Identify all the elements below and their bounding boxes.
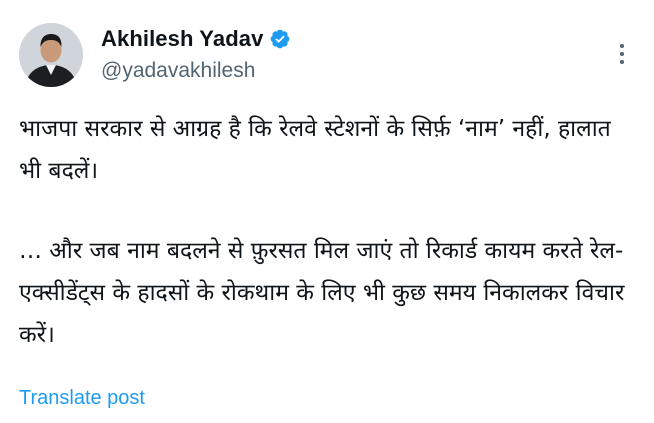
profile-photo-icon	[19, 23, 83, 87]
post-paragraph-1: भाजपा सरकार से आग्रह है कि रेलवे स्टेशनो…	[19, 116, 611, 184]
more-dot	[620, 52, 624, 56]
verified-badge-icon	[269, 28, 291, 50]
author-display-name[interactable]: Akhilesh Yadav	[101, 26, 263, 52]
author-name-row: Akhilesh Yadav	[101, 26, 291, 52]
more-options-icon[interactable]	[614, 40, 630, 68]
translate-post-link[interactable]: Translate post	[19, 387, 145, 410]
avatar[interactable]	[19, 23, 83, 87]
post-card: Akhilesh Yadav @yadavakhilesh भाजपा सरका…	[0, 0, 654, 423]
author-handle[interactable]: @yadavakhilesh	[101, 59, 255, 83]
more-dot	[620, 44, 624, 48]
post-paragraph-2: … और जब नाम बदलने से फ़ुरसत मिल जाएं तो …	[19, 238, 625, 348]
more-dot	[620, 60, 624, 64]
post-text: भाजपा सरकार से आग्रह है कि रेलवे स्टेशनो…	[19, 108, 634, 356]
